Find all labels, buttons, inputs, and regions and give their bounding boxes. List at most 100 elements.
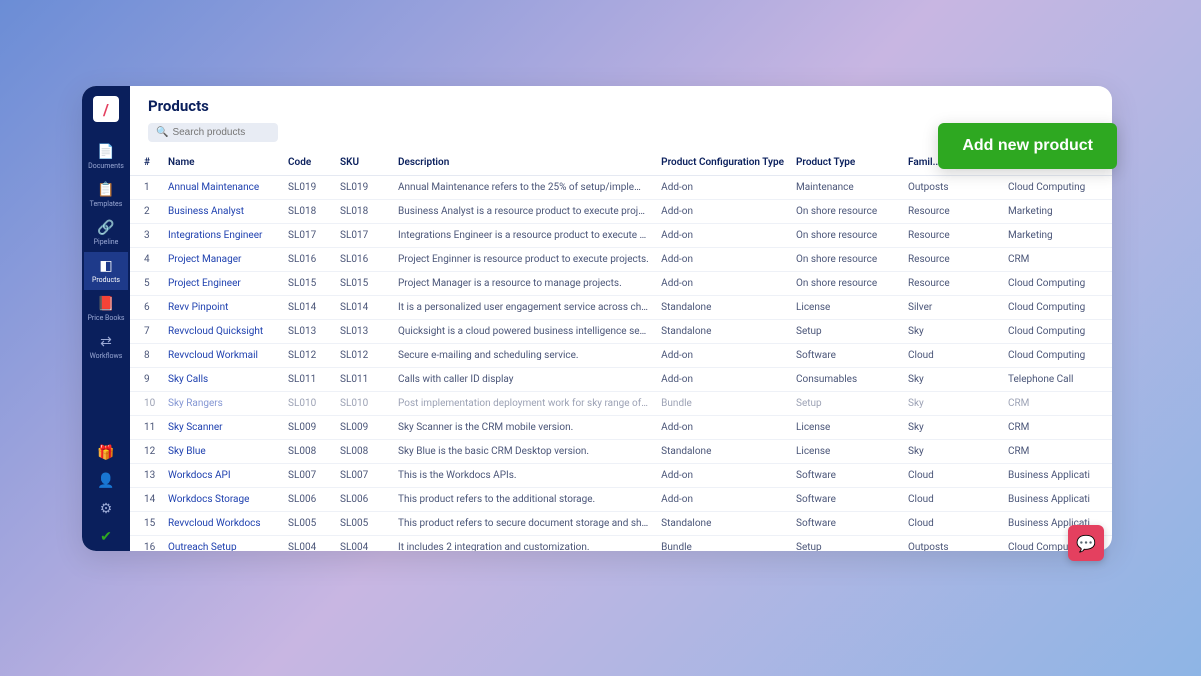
cell: Workdocs API xyxy=(162,464,282,488)
settings-icon[interactable]: ⚙ xyxy=(84,495,128,523)
app-logo[interactable]: / xyxy=(93,96,119,122)
sidebar-item-documents[interactable]: 📄 Documents xyxy=(84,138,128,176)
table-row[interactable]: 13Workdocs APISL007SL007This is the Work… xyxy=(130,464,1112,488)
table-row[interactable]: 4Project ManagerSL016SL016Project Enginn… xyxy=(130,248,1112,272)
column-header[interactable]: Name xyxy=(162,150,282,176)
cell: Bundle xyxy=(655,536,790,552)
table-row[interactable]: 14Workdocs StorageSL006SL006This product… xyxy=(130,488,1112,512)
cell: 13 xyxy=(130,464,162,488)
cell: License xyxy=(790,296,902,320)
cell: Add-on xyxy=(655,248,790,272)
cell: Workdocs Storage xyxy=(162,488,282,512)
table-row[interactable]: 5Project EngineerSL015SL015Project Manag… xyxy=(130,272,1112,296)
cell: Business Applicati xyxy=(1002,488,1112,512)
column-header[interactable]: Product Type xyxy=(790,150,902,176)
cell: Standalone xyxy=(655,440,790,464)
cell: Revv Pinpoint xyxy=(162,296,282,320)
column-header[interactable]: Description xyxy=(392,150,655,176)
table-row[interactable]: 8Revvcloud WorkmailSL012SL012Secure e-ma… xyxy=(130,344,1112,368)
cell: SL017 xyxy=(282,224,334,248)
cell: Cloud Computing xyxy=(1002,176,1112,200)
sidebar-label: Documents xyxy=(88,162,124,170)
table-row[interactable]: 10Sky RangersSL010SL010Post implementati… xyxy=(130,392,1112,416)
cell: It is a personalized user engagement ser… xyxy=(392,296,655,320)
cell: Software xyxy=(790,464,902,488)
sidebar-label: Workflows xyxy=(90,352,123,360)
add-new-product-button[interactable]: Add new product xyxy=(938,123,1117,169)
cell: Add-on xyxy=(655,272,790,296)
search-box[interactable]: 🔍 xyxy=(148,123,278,142)
cell: Silver xyxy=(902,296,1002,320)
cell: 12 xyxy=(130,440,162,464)
sidebar-item-workflows[interactable]: ⇄Workflows xyxy=(84,328,128,366)
table-row[interactable]: 16Outreach SetupSL004SL004It includes 2 … xyxy=(130,536,1112,552)
table-row[interactable]: 3Integrations EngineerSL017SL017Integrat… xyxy=(130,224,1112,248)
cell: 7 xyxy=(130,320,162,344)
user-icon[interactable]: 👤 xyxy=(84,467,128,495)
cell: Software xyxy=(790,488,902,512)
cell: SL007 xyxy=(282,464,334,488)
column-header[interactable]: Code xyxy=(282,150,334,176)
sidebar-item-price-books[interactable]: 📕 Price Books xyxy=(84,290,128,328)
cell: SL018 xyxy=(334,200,392,224)
search-input[interactable] xyxy=(172,127,270,138)
cell: Sky xyxy=(902,392,1002,416)
cell: This is the Workdocs APIs. xyxy=(392,464,655,488)
table-row[interactable]: 7Revvcloud QuicksightSL013SL013Quicksigh… xyxy=(130,320,1112,344)
cell: On shore resource xyxy=(790,272,902,296)
cell: SL019 xyxy=(282,176,334,200)
sidebar-icon: 📕 xyxy=(97,296,114,312)
table-row[interactable]: 11Sky ScannerSL009SL009Sky Scanner is th… xyxy=(130,416,1112,440)
cell: On shore resource xyxy=(790,224,902,248)
cell: 2 xyxy=(130,200,162,224)
cell: Cloud Computing xyxy=(1002,272,1112,296)
cell: Project Manager is a resource to manage … xyxy=(392,272,655,296)
chat-icon: 💬 xyxy=(1076,534,1096,553)
cell: License xyxy=(790,416,902,440)
table-row[interactable]: 12Sky BlueSL008SL008Sky Blue is the basi… xyxy=(130,440,1112,464)
cell: SL016 xyxy=(334,248,392,272)
cell: Calls with caller ID display xyxy=(392,368,655,392)
table-row[interactable]: 15Revvcloud WorkdocsSL005SL005This produ… xyxy=(130,512,1112,536)
cell: SL014 xyxy=(282,296,334,320)
cell: Annual Maintenance refers to the 25% of … xyxy=(392,176,655,200)
cell: Add-on xyxy=(655,488,790,512)
column-header[interactable]: # xyxy=(130,150,162,176)
cell: SL011 xyxy=(334,368,392,392)
chat-fab[interactable]: 💬 xyxy=(1068,525,1104,561)
cell: Sky Scanner is the CRM mobile version. xyxy=(392,416,655,440)
sidebar-item-pipeline[interactable]: 🔗Pipeline xyxy=(84,214,128,252)
search-icon: 🔍 xyxy=(156,127,168,138)
sidebar-icon: 📄 xyxy=(97,144,114,160)
column-header[interactable]: SKU xyxy=(334,150,392,176)
cell: 5 xyxy=(130,272,162,296)
cell: This product refers to secure document s… xyxy=(392,512,655,536)
cell: Project Manager xyxy=(162,248,282,272)
table-row[interactable]: 2Business AnalystSL018SL018Business Anal… xyxy=(130,200,1112,224)
table-row[interactable]: 1Annual MaintenanceSL019SL019Annual Main… xyxy=(130,176,1112,200)
cell: Sky Blue is the basic CRM Desktop versio… xyxy=(392,440,655,464)
sidebar-item-templates[interactable]: 📋Templates xyxy=(84,176,128,214)
cell: Revvcloud Workmail xyxy=(162,344,282,368)
table-row[interactable]: 6Revv PinpointSL014SL014It is a personal… xyxy=(130,296,1112,320)
cell: 8 xyxy=(130,344,162,368)
cell: Sky Blue xyxy=(162,440,282,464)
table-row[interactable]: 9Sky CallsSL011SL011Calls with caller ID… xyxy=(130,368,1112,392)
cell: Software xyxy=(790,512,902,536)
sidebar-label: Price Books xyxy=(87,314,124,322)
cell: 3 xyxy=(130,224,162,248)
status-ok-icon[interactable]: ✔ xyxy=(84,523,128,551)
cell: SL014 xyxy=(334,296,392,320)
cell: Consumables xyxy=(790,368,902,392)
cell: Integrations Engineer xyxy=(162,224,282,248)
column-header[interactable]: Product Configuration Type xyxy=(655,150,790,176)
cell: Sky Rangers xyxy=(162,392,282,416)
sidebar-item-products[interactable]: ◧Products xyxy=(84,252,128,290)
cell: On shore resource xyxy=(790,200,902,224)
cell: 14 xyxy=(130,488,162,512)
cell: Integrations Engineer is a resource prod… xyxy=(392,224,655,248)
gift-icon[interactable]: 🎁 xyxy=(84,439,128,467)
cell: SL011 xyxy=(282,368,334,392)
cell: SL004 xyxy=(334,536,392,552)
cell: Cloud xyxy=(902,464,1002,488)
